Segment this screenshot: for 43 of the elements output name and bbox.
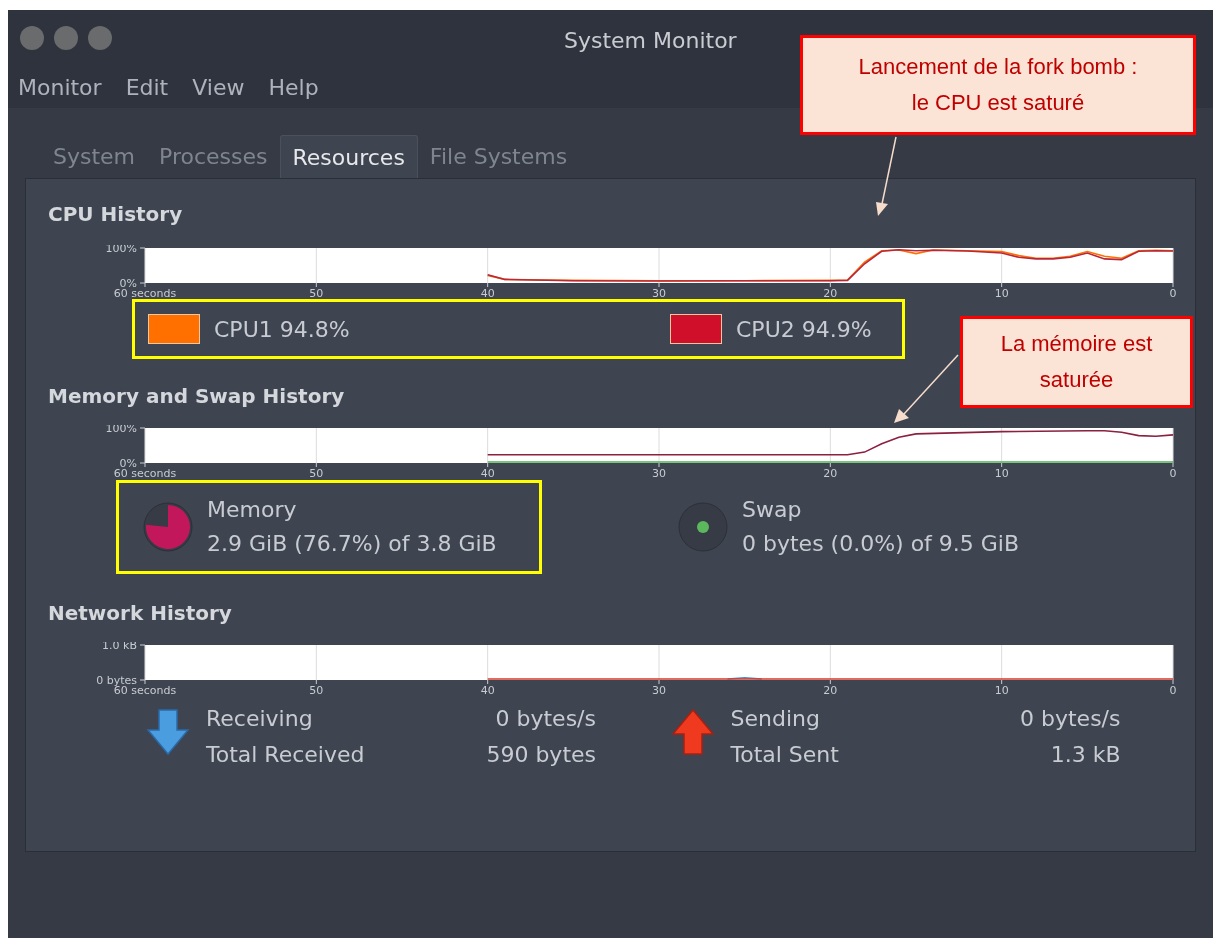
x-tick-label: 50 xyxy=(309,287,324,300)
x-tick-label: 40 xyxy=(480,684,495,697)
x-tick-label: 10 xyxy=(994,684,1009,697)
x-tick-label: 10 xyxy=(994,467,1009,480)
usage-detail: 0 bytes (0.0%) of 9.5 GiB xyxy=(742,533,1020,555)
x-tick-label: 0 xyxy=(1169,684,1177,697)
stat-label: Total Sent xyxy=(730,744,839,766)
x-tick-label: 30 xyxy=(652,684,666,697)
x-tick-label: 20 xyxy=(823,287,838,300)
y-tick-label: 0 bytes xyxy=(96,674,137,687)
callout-text: Lancement de la fork bomb : le CPU est saturé xyxy=(858,53,1138,117)
x-tick-label: 60 seconds xyxy=(113,467,177,480)
x-tick-label: 30 xyxy=(652,287,666,300)
x-tick-label: 40 xyxy=(480,287,495,300)
stat-value: 590 bytes xyxy=(485,744,596,766)
usage-detail: 2.9 GiB (76.7%) of 3.8 GiB xyxy=(207,533,497,555)
x-tick-label: 20 xyxy=(823,467,838,480)
stat-value: 1.3 kB xyxy=(1049,744,1121,766)
x-tick-label: 0 xyxy=(1169,287,1177,300)
section-title: Memory and Swap History xyxy=(47,383,346,410)
stat-value: 0 bytes/s xyxy=(1019,708,1121,730)
x-tick-label: 50 xyxy=(309,684,324,697)
x-tick-label: 40 xyxy=(480,467,495,480)
y-tick-label: 0% xyxy=(119,277,137,290)
y-tick-label: 0% xyxy=(119,457,137,470)
section-title: CPU History xyxy=(47,201,184,228)
legend-label: CPU1 94.8% xyxy=(214,315,350,344)
window-title: System Monitor xyxy=(564,27,737,55)
usage-label: Swap xyxy=(742,499,803,521)
stat-label: Receiving xyxy=(206,708,314,730)
x-tick-label: 50 xyxy=(309,467,324,480)
stat-label: Total Received xyxy=(206,744,365,766)
stat-label: Sending xyxy=(730,708,821,730)
x-tick-label: 20 xyxy=(823,684,838,697)
x-tick-label: 10 xyxy=(994,287,1009,300)
callout-text: La mémoire est saturée xyxy=(1000,330,1153,394)
x-tick-label: 30 xyxy=(652,467,666,480)
usage-label: Memory xyxy=(207,499,298,521)
x-tick-label: 0 xyxy=(1169,467,1177,480)
stat-value: 0 bytes/s xyxy=(494,708,596,730)
legend-label: CPU2 94.9% xyxy=(736,315,872,344)
section-title: Network History xyxy=(47,600,233,627)
x-tick-label: 60 seconds xyxy=(113,287,177,300)
